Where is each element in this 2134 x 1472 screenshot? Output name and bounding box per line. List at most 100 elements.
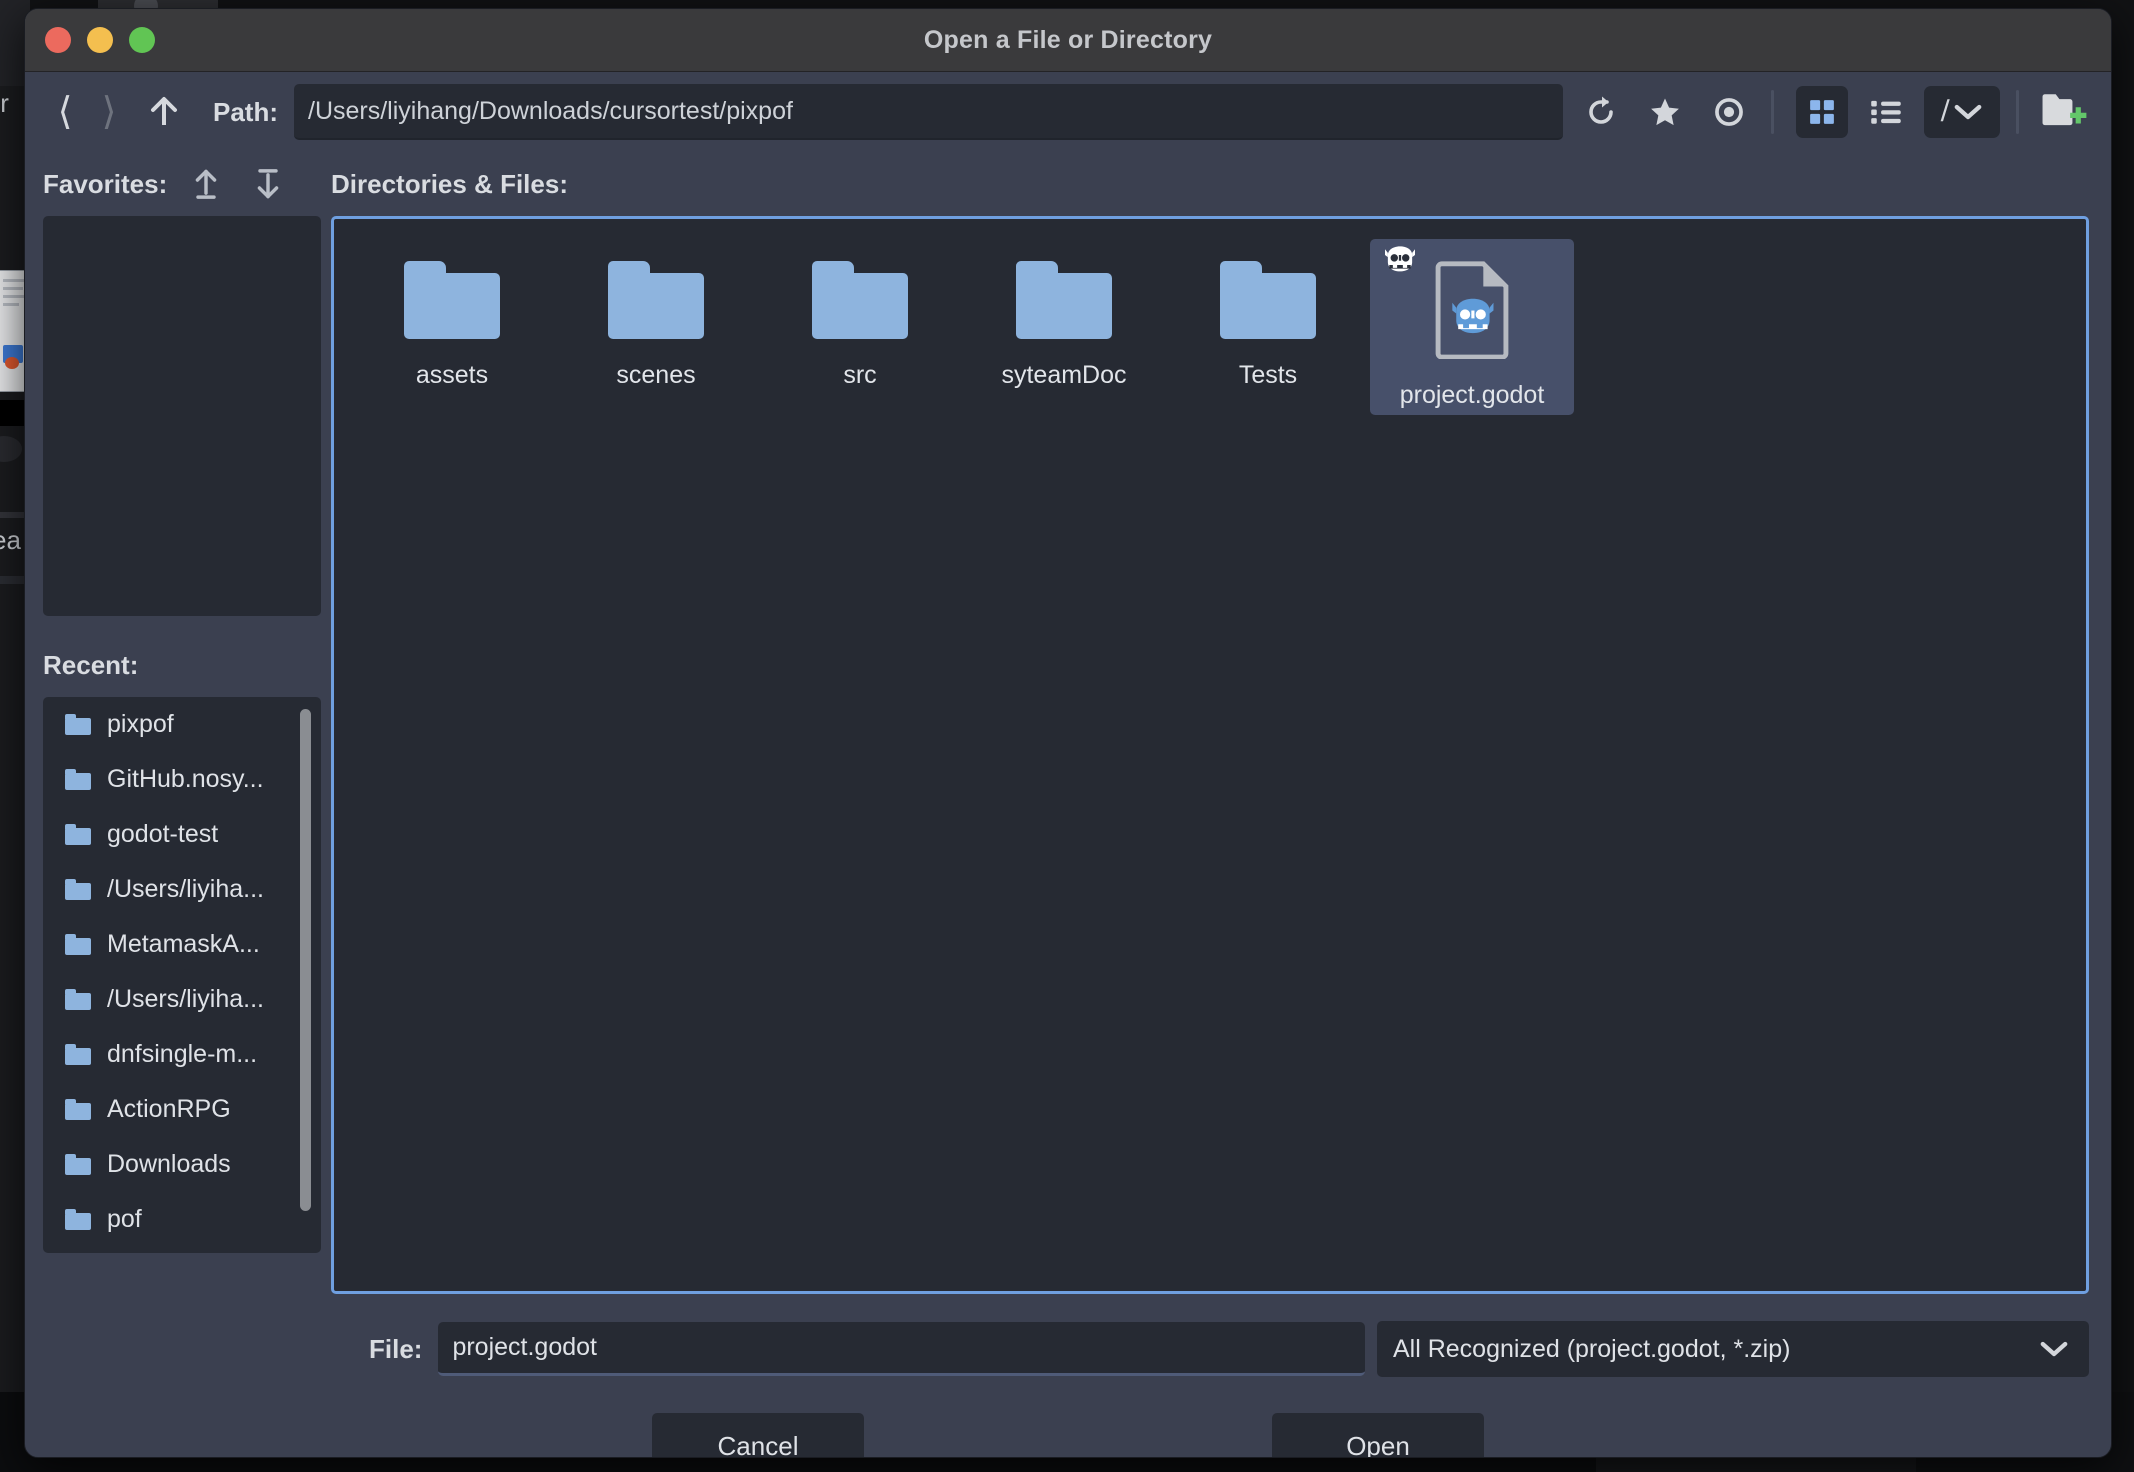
- recent-item-label: Downloads: [107, 1150, 231, 1178]
- document-icon: [1429, 261, 1515, 360]
- recent-scrollbar-thumb[interactable]: [300, 709, 311, 1211]
- recent-item[interactable]: dnfsingle-m...: [43, 1027, 321, 1082]
- recent-item[interactable]: ActionRPG: [43, 1082, 321, 1137]
- folder-icon: [65, 1154, 91, 1175]
- folder-icon: [812, 261, 908, 339]
- new-folder-icon: [2042, 94, 2087, 126]
- path-separator-dropdown[interactable]: /: [1924, 86, 2000, 138]
- sidebar: Favorites: Recent: pixpof GitHub.nosy...…: [25, 152, 321, 1306]
- file-item[interactable]: project.godot: [1370, 239, 1574, 415]
- godot-icon: [1382, 245, 1418, 275]
- recent-list[interactable]: pixpof GitHub.nosy... godot-test/Users/liy…: [43, 697, 321, 1253]
- recent-item-label: dnfsingle-m...: [107, 1040, 258, 1068]
- grid-view-icon: [1810, 100, 1834, 124]
- file-item-label: scenes: [616, 361, 696, 389]
- files-pane: Directories & Files: assets scenes src syte…: [321, 152, 2111, 1306]
- chevron-right-icon: ⟩: [101, 91, 117, 133]
- recent-item-label: ActionRPG: [107, 1095, 231, 1123]
- recent-item-label: /Users/liyiha...: [107, 985, 264, 1013]
- recent-item[interactable]: GitHub.nosy...: [43, 752, 321, 807]
- toolbar-divider-1: [1771, 90, 1774, 134]
- arrow-down-icon: [257, 169, 279, 199]
- folder-item[interactable]: assets: [350, 239, 554, 415]
- folder-item[interactable]: Tests: [1166, 239, 1370, 415]
- recent-items-container: pixpof GitHub.nosy... godot-test/Users/liy…: [43, 697, 321, 1247]
- recent-item-label: pof: [107, 1205, 142, 1233]
- recent-item-label: godot-test: [107, 820, 219, 848]
- file-filter-select[interactable]: All Recognized (project.godot, *.zip): [1377, 1321, 2089, 1377]
- path-toolbar: ⟨ ⟩ Path: /Users/liyihang/Downloads/curs…: [25, 72, 2111, 152]
- folder-item[interactable]: scenes: [554, 239, 758, 415]
- folder-icon: [65, 1099, 91, 1120]
- recent-item[interactable]: /Users/liyiha...: [43, 972, 321, 1027]
- folder-icon: [65, 1209, 91, 1230]
- recent-item-label: GitHub.nosy...: [107, 765, 264, 793]
- folder-icon: [1220, 261, 1316, 339]
- move-favorite-down-button[interactable]: [245, 161, 291, 207]
- create-folder-button[interactable]: [2035, 86, 2093, 138]
- recent-item[interactable]: pof: [43, 1192, 321, 1247]
- dialog-body: Favorites: Recent: pixpof GitHub.nosy...…: [25, 152, 2111, 1306]
- toolbar-divider-2: [2016, 90, 2019, 134]
- recent-label: Recent:: [43, 650, 139, 680]
- recent-item[interactable]: Downloads: [43, 1137, 321, 1192]
- folder-item[interactable]: syteamDoc: [962, 239, 1166, 415]
- backdrop-text-fragment-1: ir: [0, 88, 10, 118]
- favorites-header: Favorites:: [43, 152, 321, 216]
- list-view-button[interactable]: [1860, 86, 1912, 138]
- arrow-up-icon: [151, 97, 177, 125]
- window-titlebar: Open a File or Directory: [25, 9, 2111, 72]
- folder-icon: [404, 261, 500, 339]
- folder-icon: [1016, 261, 1112, 339]
- move-favorite-up-button[interactable]: [183, 161, 229, 207]
- recent-item-label: pixpof: [107, 710, 174, 738]
- backdrop-text-fragment-2: ea: [0, 525, 21, 555]
- folder-icon: [65, 879, 91, 900]
- favorites-label: Favorites:: [43, 168, 168, 199]
- file-name-row: File: project.godot All Recognized (proj…: [25, 1306, 2111, 1392]
- path-input[interactable]: /Users/liyihang/Downloads/cursortest/pix…: [294, 84, 1563, 140]
- folder-icon: [65, 934, 91, 955]
- star-icon: [1651, 98, 1679, 126]
- list-view-icon: [1871, 100, 1901, 124]
- folder-icon: [65, 824, 91, 845]
- file-label: File:: [369, 1333, 423, 1364]
- toggle-hidden-files-button[interactable]: [1703, 86, 1755, 138]
- recent-item-label: MetamaskA...: [107, 930, 260, 958]
- folder-icon: [608, 261, 704, 339]
- favorites-list[interactable]: [43, 216, 321, 616]
- file-item-label: Tests: [1238, 361, 1298, 389]
- chevron-down-icon: [2040, 1341, 2068, 1357]
- open-button[interactable]: Open: [1272, 1413, 1484, 1457]
- path-label: Path:: [213, 96, 278, 127]
- eye-icon: [1715, 98, 1743, 126]
- dialog-button-row: Cancel Open: [25, 1392, 2111, 1457]
- go-up-button[interactable]: [141, 89, 187, 135]
- grid-view-button[interactable]: [1796, 86, 1848, 138]
- file-dialog-window: Open a File or Directory ⟨ ⟩ Path: /User…: [24, 8, 2112, 1458]
- file-item-label: syteamDoc: [1001, 361, 1127, 389]
- file-grid[interactable]: assets scenes src syteamDoc Tests project.god…: [331, 216, 2089, 1294]
- folder-icon: [65, 714, 91, 735]
- forward-button[interactable]: ⟩: [87, 89, 131, 135]
- recent-item[interactable]: godot-test: [43, 807, 321, 862]
- folder-icon: [65, 989, 91, 1010]
- arrow-up-icon: [195, 169, 217, 199]
- window-title: Open a File or Directory: [923, 25, 1213, 54]
- file-item-label: assets: [415, 361, 489, 389]
- refresh-button[interactable]: [1575, 86, 1627, 138]
- file-name-input[interactable]: project.godot: [438, 1322, 1365, 1376]
- recent-item[interactable]: /Users/liyiha...: [43, 862, 321, 917]
- cancel-button[interactable]: Cancel: [652, 1413, 864, 1457]
- chevron-down-icon: [1954, 104, 1982, 120]
- folder-icon: [65, 769, 91, 790]
- file-item-label: src: [843, 361, 877, 389]
- add-favorite-button[interactable]: [1639, 86, 1691, 138]
- chevron-left-icon: ⟨: [57, 91, 73, 133]
- folder-item[interactable]: src: [758, 239, 962, 415]
- recent-item[interactable]: MetamaskA...: [43, 917, 321, 972]
- back-button[interactable]: ⟨: [43, 89, 87, 135]
- slash-label: /: [1940, 95, 1950, 128]
- recent-item-label: /Users/liyiha...: [107, 875, 264, 903]
- recent-item[interactable]: pixpof: [43, 697, 321, 752]
